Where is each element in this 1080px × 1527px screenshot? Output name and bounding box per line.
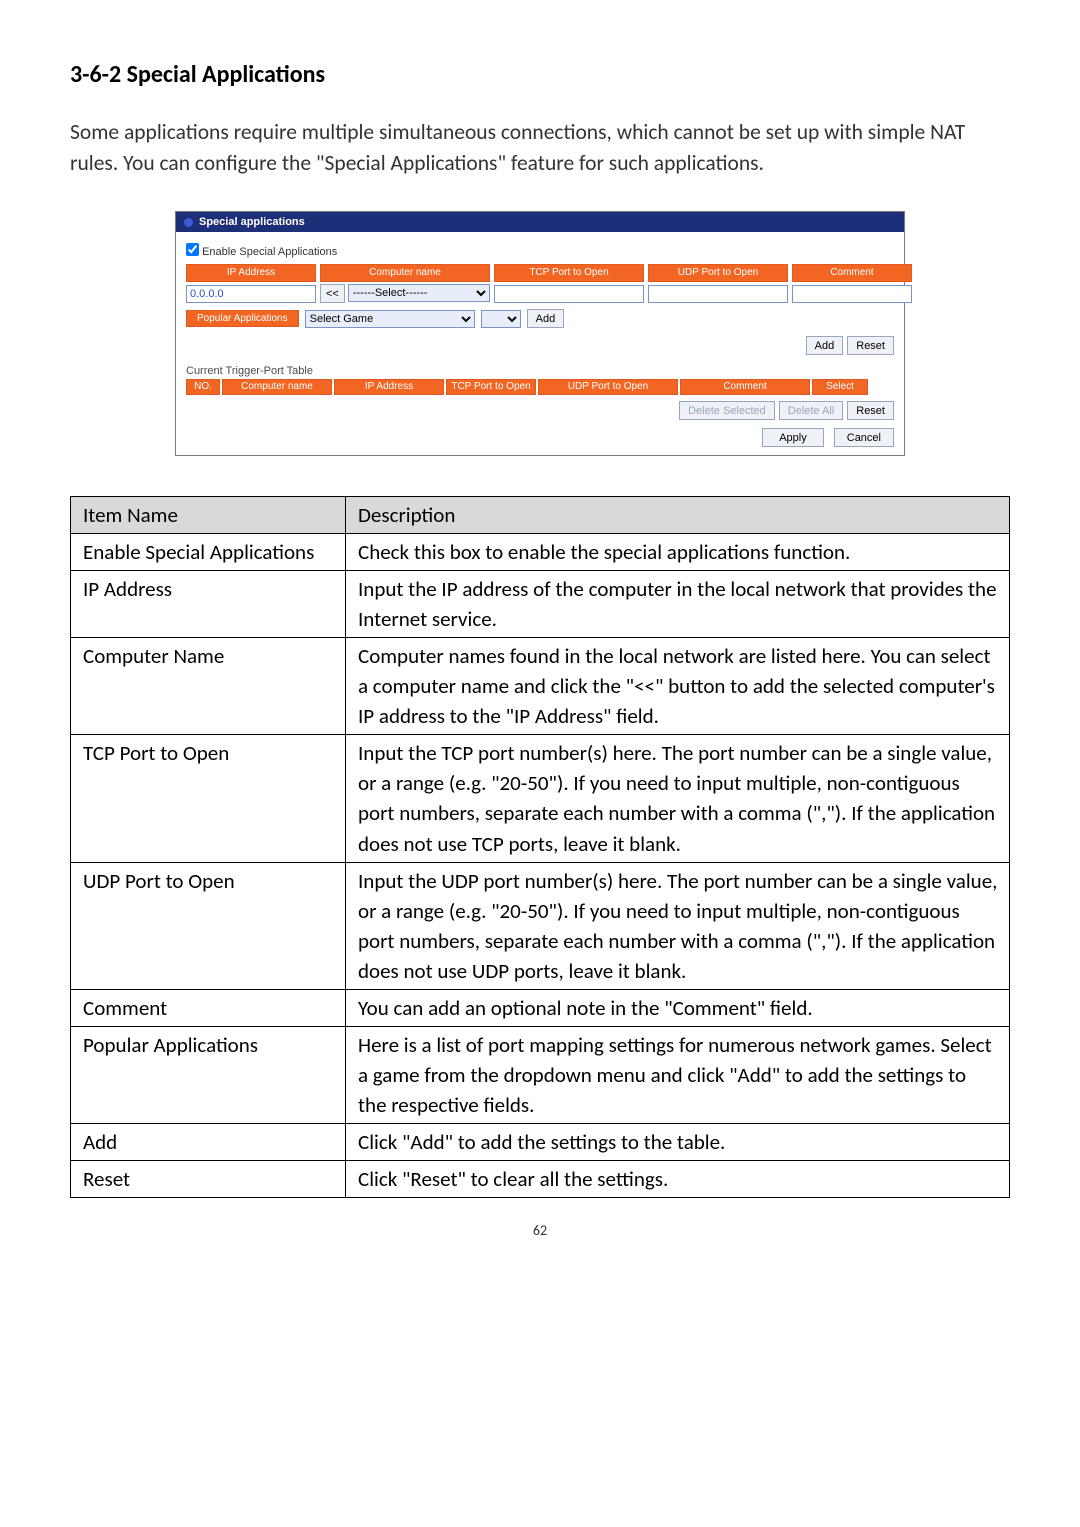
row-name: UDP Port to Open [71,862,346,989]
description-table: Item Name Description Enable Special App… [70,496,1010,1197]
comment-input[interactable] [792,285,912,303]
row-desc: Input the IP address of the computer in … [346,571,1010,638]
t2-cname: Computer name [222,379,332,395]
t2-tcp: TCP Port to Open [446,379,536,395]
apply-button[interactable]: Apply [762,428,824,447]
computer-select[interactable]: ------Select------ [348,284,490,302]
table-row: Enable Special ApplicationsCheck this bo… [71,534,1010,571]
th-item: Item Name [71,497,346,534]
hdr-cname: Computer name [320,264,490,282]
row-desc: Check this box to enable the special app… [346,534,1010,571]
panel-title: Special applications [199,216,305,228]
row-name: Enable Special Applications [71,534,346,571]
hdr-ip: IP Address [186,264,316,282]
row-desc: You can add an optional note in the "Com… [346,989,1010,1026]
t2-cmt: Comment [680,379,810,395]
panel-titlebar: Special applications [176,212,904,232]
popular-apps-label: Popular Applications [186,310,299,327]
table-row: TCP Port to OpenInput the TCP port numbe… [71,735,1010,862]
row-desc: Input the TCP port number(s) here. The p… [346,735,1010,862]
game-select[interactable]: Select Game [305,310,475,328]
current-table-label: Current Trigger-Port Table [186,365,894,377]
special-apps-panel: Special applications Enable Special Appl… [175,211,905,456]
tcp-input[interactable] [494,285,644,303]
hdr-cmt: Comment [792,264,912,282]
t2-ip: IP Address [334,379,444,395]
row-name: Popular Applications [71,1026,346,1123]
enable-checkbox[interactable] [186,243,199,256]
table-row: Popular ApplicationsHere is a list of po… [71,1026,1010,1123]
hdr-udp: UDP Port to Open [648,264,788,282]
table-body: Enable Special ApplicationsCheck this bo… [71,534,1010,1197]
page-number: 62 [70,1222,1010,1239]
copy-ip-button[interactable]: << [320,284,345,303]
row-desc: Computer names found in the local networ… [346,638,1010,735]
row-name: Reset [71,1160,346,1197]
bullet-icon [184,218,193,227]
row-desc: Click "Reset" to clear all the settings. [346,1160,1010,1197]
t2-no: NO. [186,379,220,395]
table-row: AddClick "Add" to add the settings to th… [71,1123,1010,1160]
ip-input[interactable] [186,285,316,303]
table-row: UDP Port to OpenInput the UDP port numbe… [71,862,1010,989]
enable-label: Enable Special Applications [202,246,337,258]
intro-paragraph: Some applications require multiple simul… [70,117,1010,179]
row-name: IP Address [71,571,346,638]
table-row: Computer NameComputer names found in the… [71,638,1010,735]
t2-udp: UDP Port to Open [538,379,678,395]
reset-button[interactable]: Reset [847,336,894,355]
row-name: Computer Name [71,638,346,735]
t2-sel: Select [812,379,868,395]
add-game-button[interactable]: Add [527,309,565,328]
table-row: IP AddressInput the IP address of the co… [71,571,1010,638]
screenshot-wrapper: Special applications Enable Special Appl… [70,211,1010,456]
row-name: TCP Port to Open [71,735,346,862]
reset2-button[interactable]: Reset [847,401,894,420]
row-name: Add [71,1123,346,1160]
row-desc: Click "Add" to add the settings to the t… [346,1123,1010,1160]
udp-input[interactable] [648,285,788,303]
row-name: Comment [71,989,346,1026]
add-button[interactable]: Add [806,336,844,355]
game-sub-select[interactable] [481,310,521,328]
table-row: ResetClick "Reset" to clear all the sett… [71,1160,1010,1197]
row-desc: Here is a list of port mapping settings … [346,1026,1010,1123]
table-row: CommentYou can add an optional note in t… [71,989,1010,1026]
delete-all-button[interactable]: Delete All [779,401,843,420]
hdr-tcp: TCP Port to Open [494,264,644,282]
row-desc: Input the UDP port number(s) here. The p… [346,862,1010,989]
th-desc: Description [346,497,1010,534]
cancel-button[interactable]: Cancel [834,428,894,447]
section-heading: 3-6-2 Special Applications [70,60,1010,89]
delete-selected-button[interactable]: Delete Selected [679,401,775,420]
